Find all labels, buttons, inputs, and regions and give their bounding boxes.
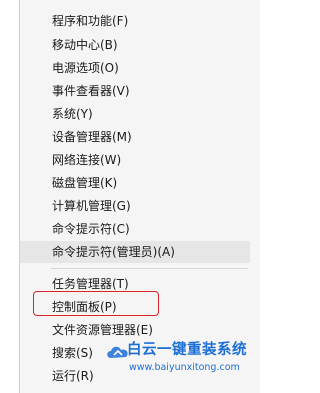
control-panel-highlight-box <box>33 291 159 316</box>
menu-item-network-connections[interactable]: 网络连接(W) <box>20 149 250 171</box>
menu-item-mobility-center[interactable]: 移动中心(B) <box>20 34 250 56</box>
menu-item-device-manager[interactable]: 设备管理器(M) <box>20 126 250 148</box>
menu-separator <box>51 268 248 269</box>
menu-item-system[interactable]: 系统(Y) <box>20 103 250 125</box>
menu-item-command-prompt-admin[interactable]: 命令提示符(管理员)(A) <box>20 241 250 263</box>
menu-item-computer-management[interactable]: 计算机管理(G) <box>20 195 250 217</box>
menu-item-programs-and-features[interactable]: 程序和功能(F) <box>20 10 250 32</box>
watermark: 白云一键重装系统 www.baiyunxitong.com <box>105 334 259 390</box>
menu-item-disk-management[interactable]: 磁盘管理(K) <box>20 172 250 194</box>
watermark-url: www.baiyunxitong.com <box>129 362 240 373</box>
menu-item-power-options[interactable]: 电源选项(O) <box>20 57 250 79</box>
watermark-title: 白云一键重装系统 <box>127 342 247 358</box>
menu-item-event-viewer[interactable]: 事件查看器(V) <box>20 80 250 102</box>
menu-item-command-prompt[interactable]: 命令提示符(C) <box>20 218 250 240</box>
